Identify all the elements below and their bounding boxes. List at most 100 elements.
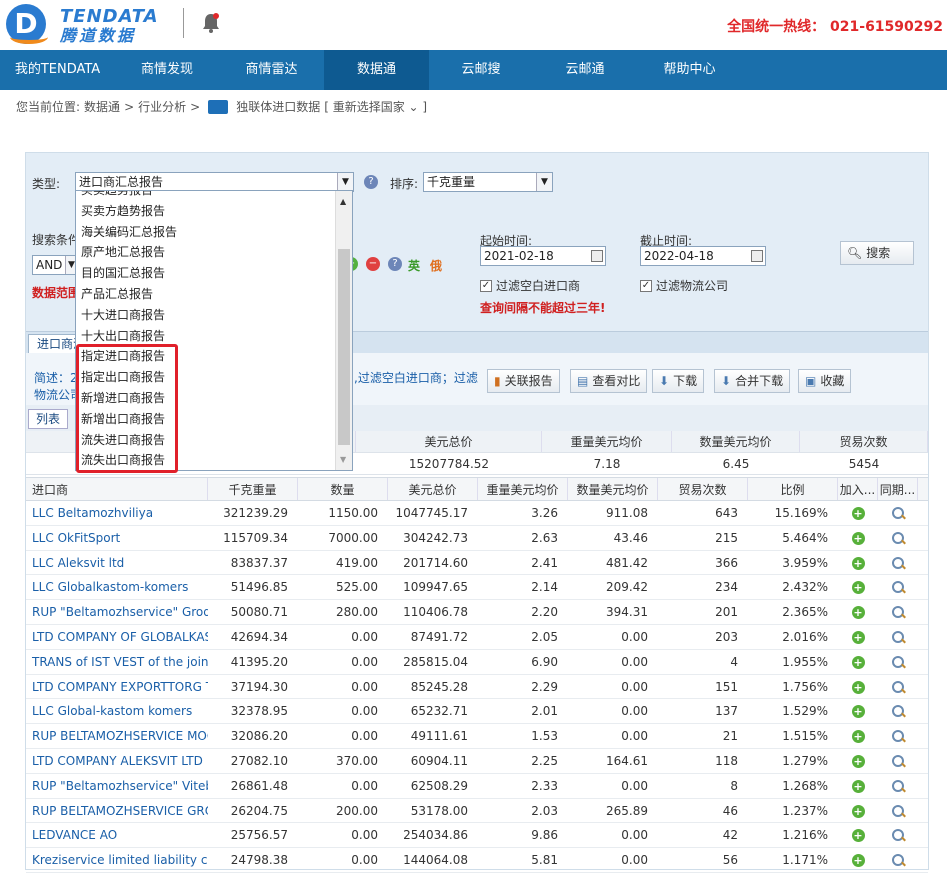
download-button[interactable]: ⬇ 下载 [652, 369, 705, 393]
importer-name-link[interactable]: Kreziservice limited liability com... [26, 848, 208, 872]
add-cell[interactable]: + [838, 749, 878, 773]
grid-header-cell[interactable]: 同期... [878, 478, 918, 500]
compare-cell[interactable] [878, 575, 918, 599]
add-icon[interactable]: + [851, 606, 865, 620]
compare-cell[interactable] [878, 551, 918, 575]
dropdown-option[interactable]: 目的国汇总报告 [81, 263, 165, 284]
remove-condition-icon[interactable]: − [366, 257, 380, 271]
add-cell[interactable]: + [838, 799, 878, 823]
breadcrumb-industry[interactable]: 行业分析 [138, 98, 186, 115]
filter-blank-checkbox[interactable]: ✓ 过滤空白进口商 [480, 277, 580, 294]
importer-name-link[interactable]: TRANS of IST VEST of the joint ... [26, 650, 208, 674]
scroll-down-icon[interactable]: ▼ [340, 455, 346, 464]
tendata-logo-icon[interactable]: D [6, 4, 48, 44]
add-icon[interactable]: + [851, 531, 865, 545]
compare-cell[interactable] [878, 699, 918, 723]
importer-name-link[interactable]: LTD COMPANY OF GLOBALKAST... [26, 625, 208, 649]
add-icon[interactable]: + [851, 630, 865, 644]
add-cell[interactable]: + [838, 724, 878, 748]
add-icon[interactable]: + [851, 581, 865, 595]
magnifier-icon[interactable] [891, 705, 905, 718]
add-icon[interactable]: + [851, 804, 865, 818]
tab-list[interactable]: 列表 [28, 409, 68, 429]
add-cell[interactable]: + [838, 848, 878, 872]
add-cell[interactable]: + [838, 551, 878, 575]
nav-item-4[interactable]: 云邮搜 [429, 50, 533, 90]
end-date-input[interactable]: 2022-04-18 [640, 246, 766, 266]
add-icon[interactable]: + [851, 680, 865, 694]
compare-cell[interactable] [878, 501, 918, 525]
chevron-down-icon[interactable]: ▼ [536, 173, 552, 191]
nav-item-0[interactable]: 我的TENDATA [0, 50, 115, 90]
grid-header-cell[interactable]: 加入... [838, 478, 878, 500]
logic-select[interactable]: AND ▼ [32, 255, 78, 275]
chevron-down-icon[interactable]: ▼ [337, 173, 353, 191]
type-select[interactable]: 进口商汇总报告 ▼ [75, 172, 354, 192]
grid-header-cell[interactable]: 重量美元均价 [478, 478, 568, 500]
compare-cell[interactable] [878, 600, 918, 624]
magnifier-icon[interactable] [891, 779, 905, 793]
compare-cell[interactable] [878, 749, 918, 773]
english-toggle[interactable]: 英 [408, 257, 420, 274]
importer-name-link[interactable]: RUP "Beltamozhservice" Grodno... [26, 600, 208, 624]
importer-name-link[interactable]: RUP BELTAMOZHSERVICE GRO... [26, 799, 208, 823]
compare-cell[interactable] [878, 650, 918, 674]
add-cell[interactable]: + [838, 625, 878, 649]
dropdown-option[interactable]: 十大进口商报告 [81, 305, 165, 326]
magnifier-icon[interactable] [891, 829, 905, 842]
magnifier-icon[interactable] [891, 754, 905, 768]
nav-item-1[interactable]: 商情发现 [115, 50, 219, 90]
sort-select[interactable]: 千克重量 ▼ [423, 172, 553, 192]
compare-cell[interactable] [878, 724, 918, 748]
magnifier-icon[interactable] [891, 606, 905, 619]
checkbox-checked-icon[interactable]: ✓ [640, 279, 652, 292]
scroll-up-icon[interactable]: ▲ [340, 197, 346, 206]
importer-name-link[interactable]: LLC Beltamozhviliya [26, 501, 208, 525]
compare-button[interactable]: ▤ 查看对比 [570, 369, 648, 393]
importer-name-link[interactable]: LLC OkFitSport [26, 526, 208, 550]
magnifier-icon[interactable] [891, 581, 905, 594]
nav-item-6[interactable]: 帮助中心 [637, 50, 742, 90]
nav-item-2[interactable]: 商情雷达 [219, 50, 324, 90]
add-icon[interactable]: + [851, 854, 865, 868]
grid-header-cell[interactable]: 千克重量 [208, 478, 298, 500]
magnifier-icon[interactable] [891, 531, 905, 545]
dropdown-option[interactable]: 海关编码汇总报告 [81, 222, 177, 243]
importer-name-link[interactable]: LLC Globalkastom-komers [26, 575, 208, 599]
magnifier-icon[interactable] [891, 630, 905, 644]
compare-cell[interactable] [878, 675, 918, 699]
dropdown-scrollbar[interactable]: ▲ ▼ [335, 191, 352, 470]
importer-name-link[interactable]: LEDVANCE AO [26, 823, 208, 847]
dropdown-option[interactable]: 产品汇总报告 [81, 284, 153, 305]
nav-item-3[interactable]: 数据通 [324, 50, 429, 90]
nav-item-5[interactable]: 云邮通 [533, 50, 637, 90]
compare-cell[interactable] [878, 799, 918, 823]
dropdown-option[interactable]: 买卖趋势报告 [81, 191, 153, 201]
compare-cell[interactable] [878, 823, 918, 847]
calendar-icon[interactable] [751, 250, 763, 262]
magnifier-icon[interactable] [891, 655, 905, 669]
add-icon[interactable]: + [851, 730, 865, 744]
importer-name-link[interactable]: LLC Aleksvit ltd [26, 551, 208, 575]
add-cell[interactable]: + [838, 600, 878, 624]
add-icon[interactable]: + [851, 829, 865, 843]
importer-name-link[interactable]: RUP BELTAMOZHSERVICE MOGI... [26, 724, 208, 748]
magnifier-icon[interactable] [891, 854, 905, 867]
add-icon[interactable]: + [851, 507, 865, 520]
start-date-input[interactable]: 2021-02-18 [480, 246, 606, 266]
importer-name-link[interactable]: LTD COMPANY EXPORTTORG T... [26, 675, 208, 699]
compare-cell[interactable] [878, 848, 918, 872]
add-cell[interactable]: + [838, 675, 878, 699]
add-icon[interactable]: + [851, 655, 865, 669]
magnifier-icon[interactable] [891, 507, 905, 520]
grid-header-cell[interactable]: 贸易次数 [658, 478, 748, 500]
help-icon[interactable]: ? [364, 175, 378, 189]
compare-cell[interactable] [878, 526, 918, 550]
breadcrumb-datatong[interactable]: 数据通 [84, 98, 120, 115]
bell-icon[interactable] [202, 12, 220, 34]
add-cell[interactable]: + [838, 501, 878, 525]
grid-header-cell[interactable]: 比例 [748, 478, 838, 500]
magnifier-icon[interactable] [891, 556, 905, 570]
merge-download-button[interactable]: ⬇ 合并下载 [714, 369, 791, 393]
dropdown-option[interactable]: 买卖方趋势报告 [81, 201, 165, 222]
